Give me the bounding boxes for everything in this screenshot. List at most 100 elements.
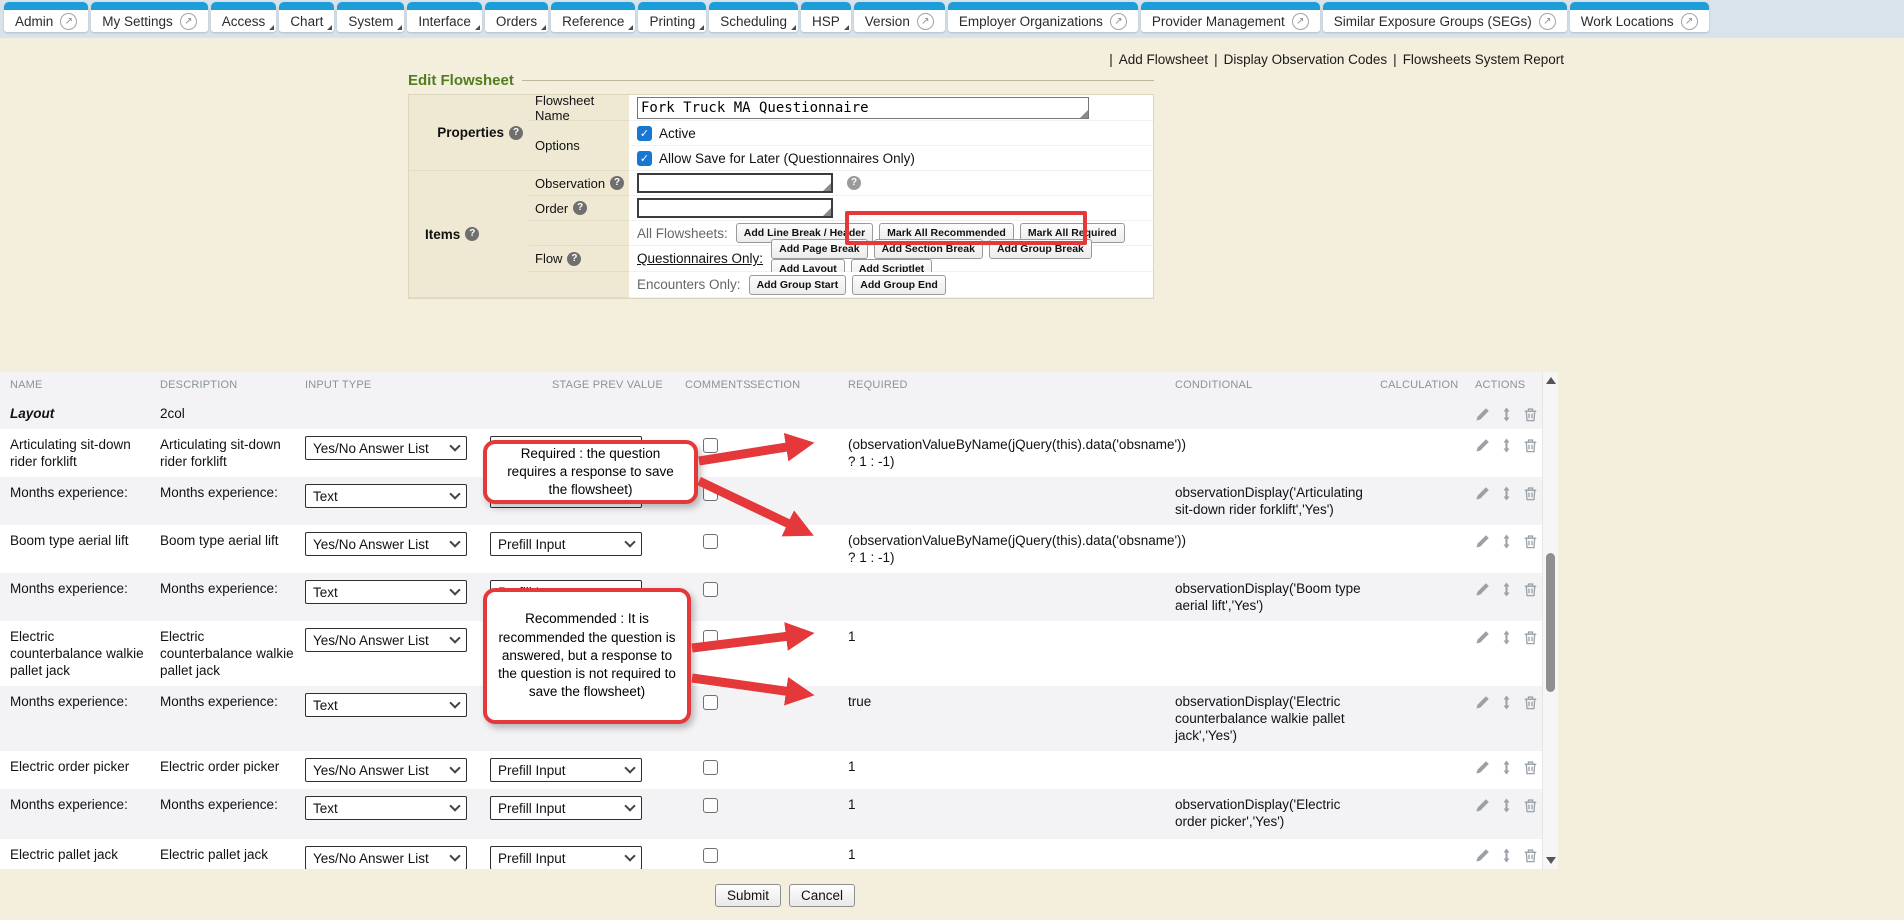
delete-icon[interactable] <box>1523 438 1538 453</box>
input-type-select[interactable]: Yes/No Answer List <box>305 628 467 652</box>
delete-icon[interactable] <box>1523 695 1538 710</box>
comments-checkbox[interactable] <box>703 438 718 453</box>
active-checkbox[interactable]: ✓ <box>637 126 652 141</box>
vertical-scrollbar[interactable] <box>1542 372 1558 869</box>
submit-button[interactable]: Submit <box>715 884 781 907</box>
resize-handle-icon[interactable] <box>823 183 831 191</box>
add-group-end-button[interactable]: Add Group End <box>852 275 946 295</box>
delete-icon[interactable] <box>1523 582 1538 597</box>
delete-icon[interactable] <box>1523 848 1538 863</box>
comments-checkbox[interactable] <box>703 695 718 710</box>
move-icon[interactable] <box>1499 630 1514 645</box>
move-icon[interactable] <box>1499 582 1514 597</box>
stage-prev-value-select[interactable]: Prefill Input <box>490 846 642 869</box>
link-add-flowsheet[interactable]: Add Flowsheet <box>1119 52 1208 67</box>
comments-checkbox[interactable] <box>703 798 718 813</box>
cancel-button[interactable]: Cancel <box>789 884 855 907</box>
edit-icon[interactable] <box>1475 438 1490 453</box>
edit-icon[interactable] <box>1475 534 1490 549</box>
input-type-select[interactable]: Text <box>305 693 467 717</box>
comments-checkbox[interactable] <box>703 534 718 549</box>
help-icon[interactable]: ? <box>610 176 624 190</box>
edit-icon[interactable] <box>1475 630 1490 645</box>
delete-icon[interactable] <box>1523 534 1538 549</box>
move-icon[interactable] <box>1499 438 1514 453</box>
comments-checkbox[interactable] <box>703 760 718 775</box>
flowsheet-name-input[interactable] <box>638 98 1088 118</box>
nav-tab-reference[interactable]: Reference <box>551 2 635 32</box>
comments-checkbox[interactable] <box>703 630 718 645</box>
add-group-start-button[interactable]: Add Group Start <box>749 275 847 295</box>
input-type-select[interactable]: Yes/No Answer List <box>305 846 467 869</box>
delete-icon[interactable] <box>1523 760 1538 775</box>
stage-prev-value-select[interactable]: Prefill Input <box>490 532 642 556</box>
input-type-select[interactable]: Text <box>305 580 467 604</box>
item-name: Electric order picker <box>10 759 129 774</box>
edit-icon[interactable] <box>1475 486 1490 501</box>
input-type-select[interactable]: Yes/No Answer List <box>305 532 467 556</box>
input-type-select[interactable]: Yes/No Answer List <box>305 436 467 460</box>
conditional-expression: observationDisplay('Boom type aerial lif… <box>1175 581 1361 613</box>
nav-tab-version[interactable]: Version↗ <box>854 2 945 32</box>
edit-icon[interactable] <box>1475 582 1490 597</box>
flowsheet-name-label: Flowsheet Name <box>529 95 629 121</box>
move-icon[interactable] <box>1499 486 1514 501</box>
help-icon[interactable]: ? <box>573 201 587 215</box>
comments-checkbox[interactable] <box>703 582 718 597</box>
nav-tab-admin[interactable]: Admin↗ <box>4 2 88 32</box>
nav-tab-employer-organizations[interactable]: Employer Organizations↗ <box>948 2 1138 32</box>
help-icon[interactable]: ? <box>847 176 861 190</box>
help-icon[interactable]: ? <box>567 252 581 266</box>
link-flowsheets-system-report[interactable]: Flowsheets System Report <box>1403 52 1564 67</box>
delete-icon[interactable] <box>1523 798 1538 813</box>
stage-prev-value-select[interactable]: Prefill Input <box>490 758 642 782</box>
resize-handle-icon[interactable] <box>823 208 831 216</box>
observation-input[interactable] <box>639 175 831 191</box>
move-icon[interactable] <box>1499 848 1514 863</box>
nav-tab-chart[interactable]: Chart <box>279 2 334 32</box>
nav-tab-work-locations[interactable]: Work Locations↗ <box>1570 2 1709 32</box>
resize-handle-icon[interactable] <box>1080 110 1088 118</box>
nav-tab-provider-management[interactable]: Provider Management↗ <box>1141 2 1320 32</box>
move-icon[interactable] <box>1499 407 1514 422</box>
nav-tab-label: Version <box>865 14 910 29</box>
item-name: Articulating sit-down rider forklift <box>10 437 131 469</box>
nav-tab-hsp[interactable]: HSP <box>801 2 851 32</box>
nav-tab-my-settings[interactable]: My Settings↗ <box>91 2 208 32</box>
scrollbar-thumb[interactable] <box>1546 553 1555 692</box>
nav-tab-system[interactable]: System <box>337 2 404 32</box>
delete-icon[interactable] <box>1523 407 1538 422</box>
move-icon[interactable] <box>1499 760 1514 775</box>
order-input[interactable] <box>639 200 831 216</box>
edit-icon[interactable] <box>1475 407 1490 422</box>
save-later-checkbox[interactable]: ✓ <box>637 151 652 166</box>
edit-icon[interactable] <box>1475 848 1490 863</box>
scroll-up-arrow-icon[interactable] <box>1546 377 1556 384</box>
comments-checkbox[interactable] <box>703 486 718 501</box>
move-icon[interactable] <box>1499 695 1514 710</box>
nav-tab-similar-exposure-groups-segs[interactable]: Similar Exposure Groups (SEGs)↗ <box>1323 2 1567 32</box>
edit-icon[interactable] <box>1475 798 1490 813</box>
input-type-select[interactable]: Yes/No Answer List <box>305 758 467 782</box>
input-type-select[interactable]: Text <box>305 796 467 820</box>
move-icon[interactable] <box>1499 798 1514 813</box>
nav-tab-interface[interactable]: Interface <box>407 2 482 32</box>
delete-icon[interactable] <box>1523 486 1538 501</box>
delete-icon[interactable] <box>1523 630 1538 645</box>
scroll-down-arrow-icon[interactable] <box>1546 857 1556 864</box>
edit-icon[interactable] <box>1475 760 1490 775</box>
stage-prev-value-select[interactable]: Prefill Input <box>490 796 642 820</box>
input-type-select[interactable]: Text <box>305 484 467 508</box>
edit-icon[interactable] <box>1475 695 1490 710</box>
nav-tab-printing[interactable]: Printing <box>638 2 706 32</box>
link-display-observation-codes[interactable]: Display Observation Codes <box>1224 52 1388 67</box>
questionnaires-only-link[interactable]: Questionnaires Only: <box>637 251 763 266</box>
nav-tab-access[interactable]: Access <box>211 2 277 32</box>
comments-checkbox[interactable] <box>703 848 718 863</box>
move-icon[interactable] <box>1499 534 1514 549</box>
help-icon[interactable]: ? <box>509 126 523 140</box>
nav-tab-orders[interactable]: Orders <box>485 2 548 32</box>
table-row: Months experience: Months experience: Te… <box>0 477 1542 525</box>
nav-tab-scheduling[interactable]: Scheduling <box>709 2 798 32</box>
help-icon[interactable]: ? <box>465 227 479 241</box>
